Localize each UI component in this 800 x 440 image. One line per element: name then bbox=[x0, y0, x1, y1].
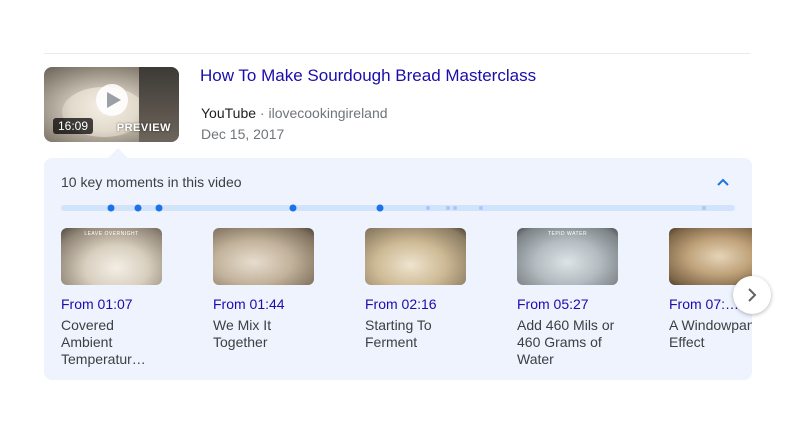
key-moments-heading: 10 key moments in this video bbox=[61, 174, 242, 190]
play-icon[interactable] bbox=[96, 84, 128, 116]
key-moment-caption: A Windowpane Effect bbox=[669, 317, 752, 350]
moments-timeline[interactable] bbox=[61, 204, 735, 212]
key-moment-thumbnail: LEAVE OVERNIGHT bbox=[61, 228, 162, 285]
chevron-up-icon[interactable] bbox=[714, 173, 732, 191]
video-source: YouTube · ilovecookingireland bbox=[201, 105, 388, 121]
key-moment-time[interactable]: From 05:27 bbox=[517, 296, 657, 312]
timeline-marker[interactable] bbox=[376, 204, 384, 212]
timeline-marker[interactable] bbox=[155, 204, 163, 212]
key-moment-thumbnail bbox=[213, 228, 314, 285]
key-moment-time[interactable]: From 02:16 bbox=[365, 296, 505, 312]
key-moment-time[interactable]: From 01:44 bbox=[213, 296, 353, 312]
key-moment-item[interactable]: TEPID WATER From 05:27 Add 460 Mils or 4… bbox=[517, 228, 657, 368]
upload-date: Dec 15, 2017 bbox=[201, 126, 285, 142]
key-moment-caption: We Mix It Together bbox=[213, 317, 272, 350]
key-moment-item[interactable]: From 02:16 Starting To Ferment bbox=[365, 228, 505, 351]
duration-badge: 16:09 bbox=[53, 118, 94, 134]
key-moment-thumbnail: TEPID WATER bbox=[517, 228, 618, 285]
timeline-marker[interactable] bbox=[134, 204, 142, 212]
timeline-marker[interactable] bbox=[702, 206, 706, 210]
top-divider bbox=[44, 53, 750, 54]
next-moments-button[interactable] bbox=[733, 276, 771, 314]
timeline-marker[interactable] bbox=[446, 206, 450, 210]
key-moment-caption: Starting To Ferment bbox=[365, 317, 432, 350]
key-moment-caption: Covered Ambient Temperatur… bbox=[61, 317, 146, 367]
timeline-marker[interactable] bbox=[479, 206, 483, 210]
key-moment-thumbnail bbox=[669, 228, 752, 285]
timeline-marker[interactable] bbox=[453, 206, 457, 210]
key-moment-thumbnail bbox=[365, 228, 466, 285]
channel-name: ilovecookingireland bbox=[268, 105, 388, 121]
key-moment-caption: Add 460 Mils or 460 Grams of Water bbox=[517, 317, 615, 367]
timeline-marker[interactable] bbox=[426, 206, 430, 210]
timeline-marker[interactable] bbox=[289, 204, 297, 212]
key-moment-item[interactable]: LEAVE OVERNIGHT From 01:07 Covered Ambie… bbox=[61, 228, 201, 368]
thumbnail-caption: LEAVE OVERNIGHT bbox=[84, 231, 139, 237]
thumbnail-caption: TEPID WATER bbox=[547, 231, 588, 237]
video-title-link[interactable]: How To Make Sourdough Bread Masterclass bbox=[200, 66, 536, 86]
source-separator: · bbox=[259, 105, 265, 121]
preview-label: PREVIEW bbox=[116, 122, 171, 134]
site-name: YouTube bbox=[201, 105, 257, 121]
timeline-marker[interactable] bbox=[107, 204, 115, 212]
video-thumbnail[interactable]: 16:09 PREVIEW bbox=[44, 67, 179, 142]
chevron-right-icon bbox=[748, 288, 757, 302]
key-moments-panel: 10 key moments in this video LEAVE OVERN… bbox=[44, 158, 752, 380]
key-moment-item[interactable]: From 01:44 We Mix It Together bbox=[213, 228, 353, 351]
key-moment-time[interactable]: From 01:07 bbox=[61, 296, 201, 312]
